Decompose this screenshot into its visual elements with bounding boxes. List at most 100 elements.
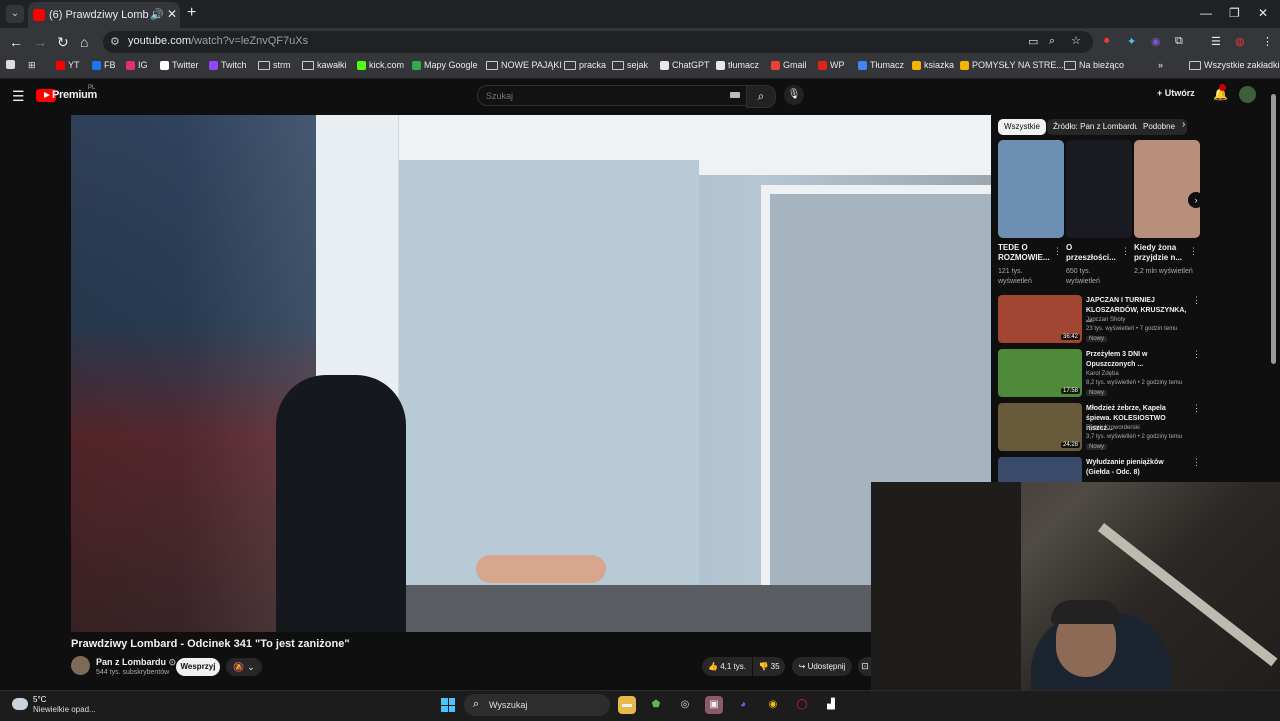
weather-cloud-icon[interactable] [12,698,28,710]
weather-description[interactable]: Niewielkie opad... [33,705,96,714]
minimize-icon[interactable]: — [1200,6,1212,20]
shorts-next-icon[interactable]: › [1188,192,1204,208]
chrome-icon[interactable]: ◉ [764,696,782,714]
windows-start-icon[interactable] [441,698,455,712]
like-button[interactable]: 👍 4,1 tys. [702,657,752,676]
create-button[interactable]: + Utwórz [1157,88,1195,98]
share-button[interactable]: ↪ Udostępnij [792,657,852,676]
bookmark-item[interactable]: ksiazka [912,60,954,70]
profile-icon[interactable]: ◍ [1235,35,1245,48]
short-thumbnail[interactable] [1134,140,1200,238]
address-bar[interactable]: ⚙ youtube.com/watch?v=leZnvQF7uXs ▭ ⌕ ☆ [103,31,1093,53]
forward-icon[interactable]: → [33,34,47,50]
search-input[interactable] [484,88,718,104]
filter-chip[interactable]: Wszystkie [998,119,1046,135]
opera-icon[interactable]: ◯ [793,696,811,714]
video-thumbnail[interactable]: 17:58 [998,349,1082,397]
discord-icon[interactable]: ◕ [734,696,752,714]
back-icon[interactable]: ← [9,34,23,50]
short-menu-icon[interactable]: ⋮ [1189,246,1198,257]
bookmark-item[interactable]: kawałki [302,60,347,70]
bookmark-item[interactable]: Twitch [209,60,247,70]
photo-app-icon[interactable]: ▣ [705,696,723,714]
close-window-icon[interactable]: ✕ [1258,6,1268,20]
bookmark-item[interactable]: Gmail [771,60,807,70]
bookmark-item[interactable]: ChatGPT [660,60,710,70]
video-channel[interactable]: Japczan Shoty [1086,317,1125,323]
short-title[interactable]: TEDE O ROZMOWIE... [998,243,1053,263]
short-menu-icon[interactable]: ⋮ [1121,246,1130,257]
bookmark-item[interactable]: tłumacz [716,60,759,70]
chevron-right-icon[interactable]: › [1182,119,1185,130]
site-info-icon[interactable]: ⚙ [110,35,120,48]
bookmark-item[interactable]: WP [818,60,845,70]
video-menu-icon[interactable]: ⋮ [1192,349,1201,360]
taskbar-search[interactable]: ⌕ Wyszukaj [464,694,610,716]
all-bookmarks-button[interactable]: Wszystkie zakładki [1189,60,1280,70]
more-bookmarks-icon[interactable]: » [1158,60,1163,70]
browser-menu-icon[interactable]: ⋮ [1262,35,1273,48]
zoom-icon[interactable]: ⌕ [1049,35,1055,48]
security-shield-icon[interactable]: ⬟ [647,696,665,714]
obs-notion-icon[interactable]: ▟ [822,696,840,714]
video-thumbnail[interactable]: 36:42 [998,295,1082,343]
restore-icon[interactable]: ❐ [1229,6,1240,20]
reload-icon[interactable]: ↻ [57,34,69,51]
show-apps-icon[interactable] [6,60,15,69]
bookmark-item[interactable]: Mapy Google [412,60,478,70]
video-player[interactable] [71,115,991,632]
filter-chip[interactable]: Podobne [1137,119,1187,135]
extension-icon[interactable]: ✦ [1127,35,1136,48]
close-tab-icon[interactable]: ✕ [167,7,177,21]
keyboard-icon[interactable] [730,92,740,98]
account-avatar[interactable] [1239,86,1256,103]
weather-temperature[interactable]: 5°C [33,695,46,704]
bookmark-item[interactable]: pracka [564,60,606,70]
file-explorer-icon[interactable]: ▬ [618,696,636,714]
save-icon[interactable]: ⊡ [858,657,872,676]
bookmark-item[interactable]: YT [56,60,80,70]
video-channel[interactable]: Rynek Kroworderski [1086,425,1140,431]
url-text[interactable]: youtube.com/watch?v=leZnvQF7uXs [128,35,308,47]
bookmark-item[interactable]: IG [126,60,148,70]
speaker-icon[interactable]: 🔊 [150,8,164,21]
bookmark-item[interactable]: Tłumacz [858,60,904,70]
video-title-link[interactable]: Wyłudzanie pieniążków (Giełda - Odc. 8) [1086,458,1188,478]
bookmark-item[interactable]: NOWE PAJĄKI [486,60,562,70]
voice-search-button[interactable]: 🎙 [784,85,804,105]
bookmark-star-icon[interactable]: ☆ [1071,34,1081,47]
search-box[interactable] [477,85,748,106]
dislike-button[interactable]: 👎 35 [753,657,785,676]
short-thumbnail[interactable] [1066,140,1132,238]
channel-name[interactable]: Pan z Lombardu ⊙ [96,657,176,668]
bookmark-item[interactable]: Twitter [160,60,199,70]
bookmark-item[interactable]: POMYSŁY NA STRE... [960,60,1064,70]
bookmark-item[interactable]: FB [92,60,116,70]
extensions-puzzle-icon[interactable]: ⧉ [1175,35,1183,48]
tab-search-button[interactable]: ⌄ [6,5,24,23]
channel-avatar[interactable] [71,656,90,675]
video-menu-icon[interactable]: ⋮ [1192,403,1201,414]
page-scrollbar[interactable] [1271,94,1276,364]
bookmark-item[interactable]: strm [258,60,291,70]
video-title-link[interactable]: Przeżyłem 3 DNI w Opuszczonych ... [1086,350,1188,370]
bookmark-item[interactable]: sejak [612,60,648,70]
hamburger-menu-icon[interactable]: ☰ [12,88,25,105]
short-title[interactable]: Kiedy żona przyjdzie n... [1134,243,1189,263]
steam-icon[interactable]: ◎ [676,696,694,714]
short-menu-icon[interactable]: ⋮ [1053,246,1062,257]
install-app-icon[interactable]: ▭ [1028,35,1038,48]
filter-chip[interactable]: Źródło: Pan z Lombardu [1047,119,1145,135]
short-title[interactable]: O przeszłości... [1066,243,1121,263]
record-extension-icon[interactable]: ⏺ [1104,35,1110,48]
new-tab-button[interactable]: + [187,4,196,22]
browser-tab[interactable]: (6) Prawdziwy Lombard - O 🔊 ✕ [28,2,180,28]
apps-grid-icon[interactable]: ⊞ [28,60,36,71]
home-icon[interactable]: ⌂ [80,34,88,50]
video-channel[interactable]: Karol Zdęba [1086,371,1119,377]
search-button[interactable]: ⌕ [746,85,776,108]
short-thumbnail[interactable] [998,140,1064,238]
video-menu-icon[interactable]: ⋮ [1192,295,1201,306]
bookmark-item[interactable]: kick.com [357,60,404,70]
join-button[interactable]: Wesprzyj [176,658,220,676]
